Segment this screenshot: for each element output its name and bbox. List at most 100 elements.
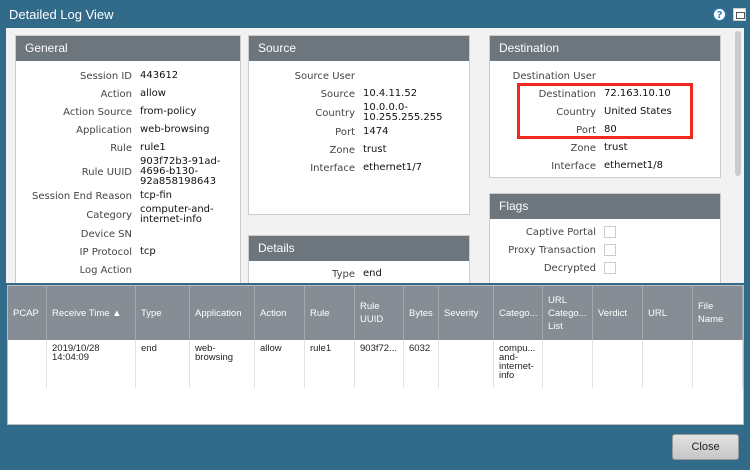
table-cell: allow (255, 340, 305, 388)
table-cell (543, 340, 593, 388)
field-label: IP Protocol (79, 246, 132, 258)
field-row: Session ID 443612 (16, 67, 240, 85)
field-row: Interface ethernet1/8 (490, 157, 720, 175)
field-label: Application (76, 124, 132, 136)
field-label: Zone (329, 144, 355, 156)
field-row: Proxy Transaction (490, 241, 720, 259)
field-label: Source User (294, 70, 355, 82)
field-row: Action Source from-policy (16, 103, 240, 121)
flag-checkbox[interactable] (604, 244, 616, 256)
table-cell (8, 340, 47, 388)
field-value: 1474 (363, 126, 389, 137)
field-value: trust (363, 144, 387, 155)
field-row: Decrypted (490, 259, 720, 277)
table-cell: 2019/10/28 14:04:09 (47, 340, 136, 388)
source-panel: Source Source User Source 10.4.11.52 Countr… (248, 35, 470, 215)
field-row: Country 10.0.0.0-10.255.255.255 (249, 103, 469, 123)
flag-checkbox[interactable] (604, 226, 616, 238)
source-header: Source (249, 36, 469, 61)
field-value: tcp-fin (140, 190, 173, 201)
field-value: 903f72b3-91ad-4696-b130-92a858198643 (140, 156, 221, 187)
field-row: Category computer-and-internet-info (16, 205, 240, 225)
field-label: Type (332, 268, 355, 280)
column-header[interactable]: Catego... (494, 286, 543, 340)
details-panel: Details Type end (248, 235, 470, 283)
field-row: Action allow (16, 85, 240, 103)
column-header[interactable]: Type (136, 286, 190, 340)
field-label: Category (86, 209, 132, 221)
field-row: Captive Portal (490, 223, 720, 241)
field-row: Source 10.4.11.52 (249, 85, 469, 103)
field-value: tcp (140, 246, 156, 257)
column-header[interactable]: Action (255, 286, 305, 340)
column-header[interactable]: File Name (693, 286, 743, 340)
table-cell: 903f72... (355, 340, 404, 388)
field-value: computer-and-internet-info (140, 204, 214, 225)
field-label: Device SN (80, 228, 132, 240)
field-value: 10.4.11.52 (363, 88, 418, 99)
field-label: Country (315, 107, 355, 119)
field-value: 443612 (140, 70, 179, 81)
field-value: rule1 (140, 142, 166, 153)
field-label: Destination User (512, 70, 596, 82)
field-label: Rule UUID (81, 166, 132, 178)
column-header[interactable]: Rule UUID (355, 286, 404, 340)
field-value: from-policy (140, 106, 197, 117)
field-label: Captive Portal (525, 226, 596, 238)
field-row: Zone trust (249, 141, 469, 159)
field-row: Type end (249, 265, 469, 283)
field-value: 10.0.0.0-10.255.255.255 (363, 102, 443, 123)
field-value: trust (604, 142, 628, 153)
field-label: Log Action (79, 264, 132, 276)
field-row: Application web-browsing (16, 121, 240, 139)
column-header[interactable]: Application (190, 286, 255, 340)
general-header: General (16, 36, 240, 61)
field-row: Rule rule1 (16, 139, 240, 157)
table-cell: web-browsing (190, 340, 255, 388)
window-title: Detailed Log View (9, 7, 114, 22)
column-header[interactable]: Bytes (404, 286, 439, 340)
detail-panels: General Session ID 443612 Action allow Actio… (6, 28, 744, 283)
help-icon[interactable]: ? (713, 8, 726, 21)
table-cell (693, 340, 743, 388)
field-label: Action Source (63, 106, 132, 118)
table-row[interactable]: 2019/10/28 14:04:09 end web-browsing allow r… (8, 340, 743, 388)
column-header[interactable]: URL (643, 286, 693, 340)
close-button[interactable]: Close (672, 434, 739, 460)
flags-panel: Flags Captive Portal Proxy Transaction Dec… (489, 193, 721, 283)
field-row: IP Protocol tcp (16, 243, 240, 261)
column-header[interactable]: URL Catego... List (543, 286, 593, 340)
column-header[interactable]: Severity (439, 286, 494, 340)
field-value: allow (140, 88, 166, 99)
flag-checkbox[interactable] (604, 262, 616, 274)
details-header: Details (249, 236, 469, 261)
field-label: Decrypted (543, 262, 596, 274)
field-value: web-browsing (140, 124, 210, 135)
field-label: Zone (570, 142, 596, 154)
field-row: Device SN (16, 225, 240, 243)
vertical-scrollbar[interactable] (735, 31, 741, 176)
field-label: Action (100, 88, 132, 100)
column-header[interactable]: Verdict (593, 286, 643, 340)
log-table: PCAP Receive Time ▲ Type Application Action R… (7, 285, 744, 425)
field-row: Session End Reason tcp-fin (16, 187, 240, 205)
table-cell: compu... and-internet-info (494, 340, 543, 388)
flags-header: Flags (490, 194, 720, 219)
field-label: Interface (551, 160, 596, 172)
table-cell: rule1 (305, 340, 355, 388)
field-row: Rule UUID 903f72b3-91ad-4696-b130-92a8581… (16, 157, 240, 187)
column-header[interactable]: Receive Time ▲ (47, 286, 136, 340)
field-value: ethernet1/8 (604, 160, 664, 171)
maximize-icon[interactable] (733, 8, 746, 21)
table-header: PCAP Receive Time ▲ Type Application Action R… (8, 286, 743, 340)
field-row: Log Action (16, 261, 240, 279)
field-label: Rule (110, 142, 132, 154)
field-label: Session End Reason (32, 190, 132, 202)
field-row: Port 1474 (249, 123, 469, 141)
destination-header: Destination (490, 36, 720, 61)
table-cell (593, 340, 643, 388)
column-header[interactable]: PCAP (8, 286, 47, 340)
table-cell (439, 340, 494, 388)
column-header[interactable]: Rule (305, 286, 355, 340)
field-row: Zone trust (490, 139, 720, 157)
